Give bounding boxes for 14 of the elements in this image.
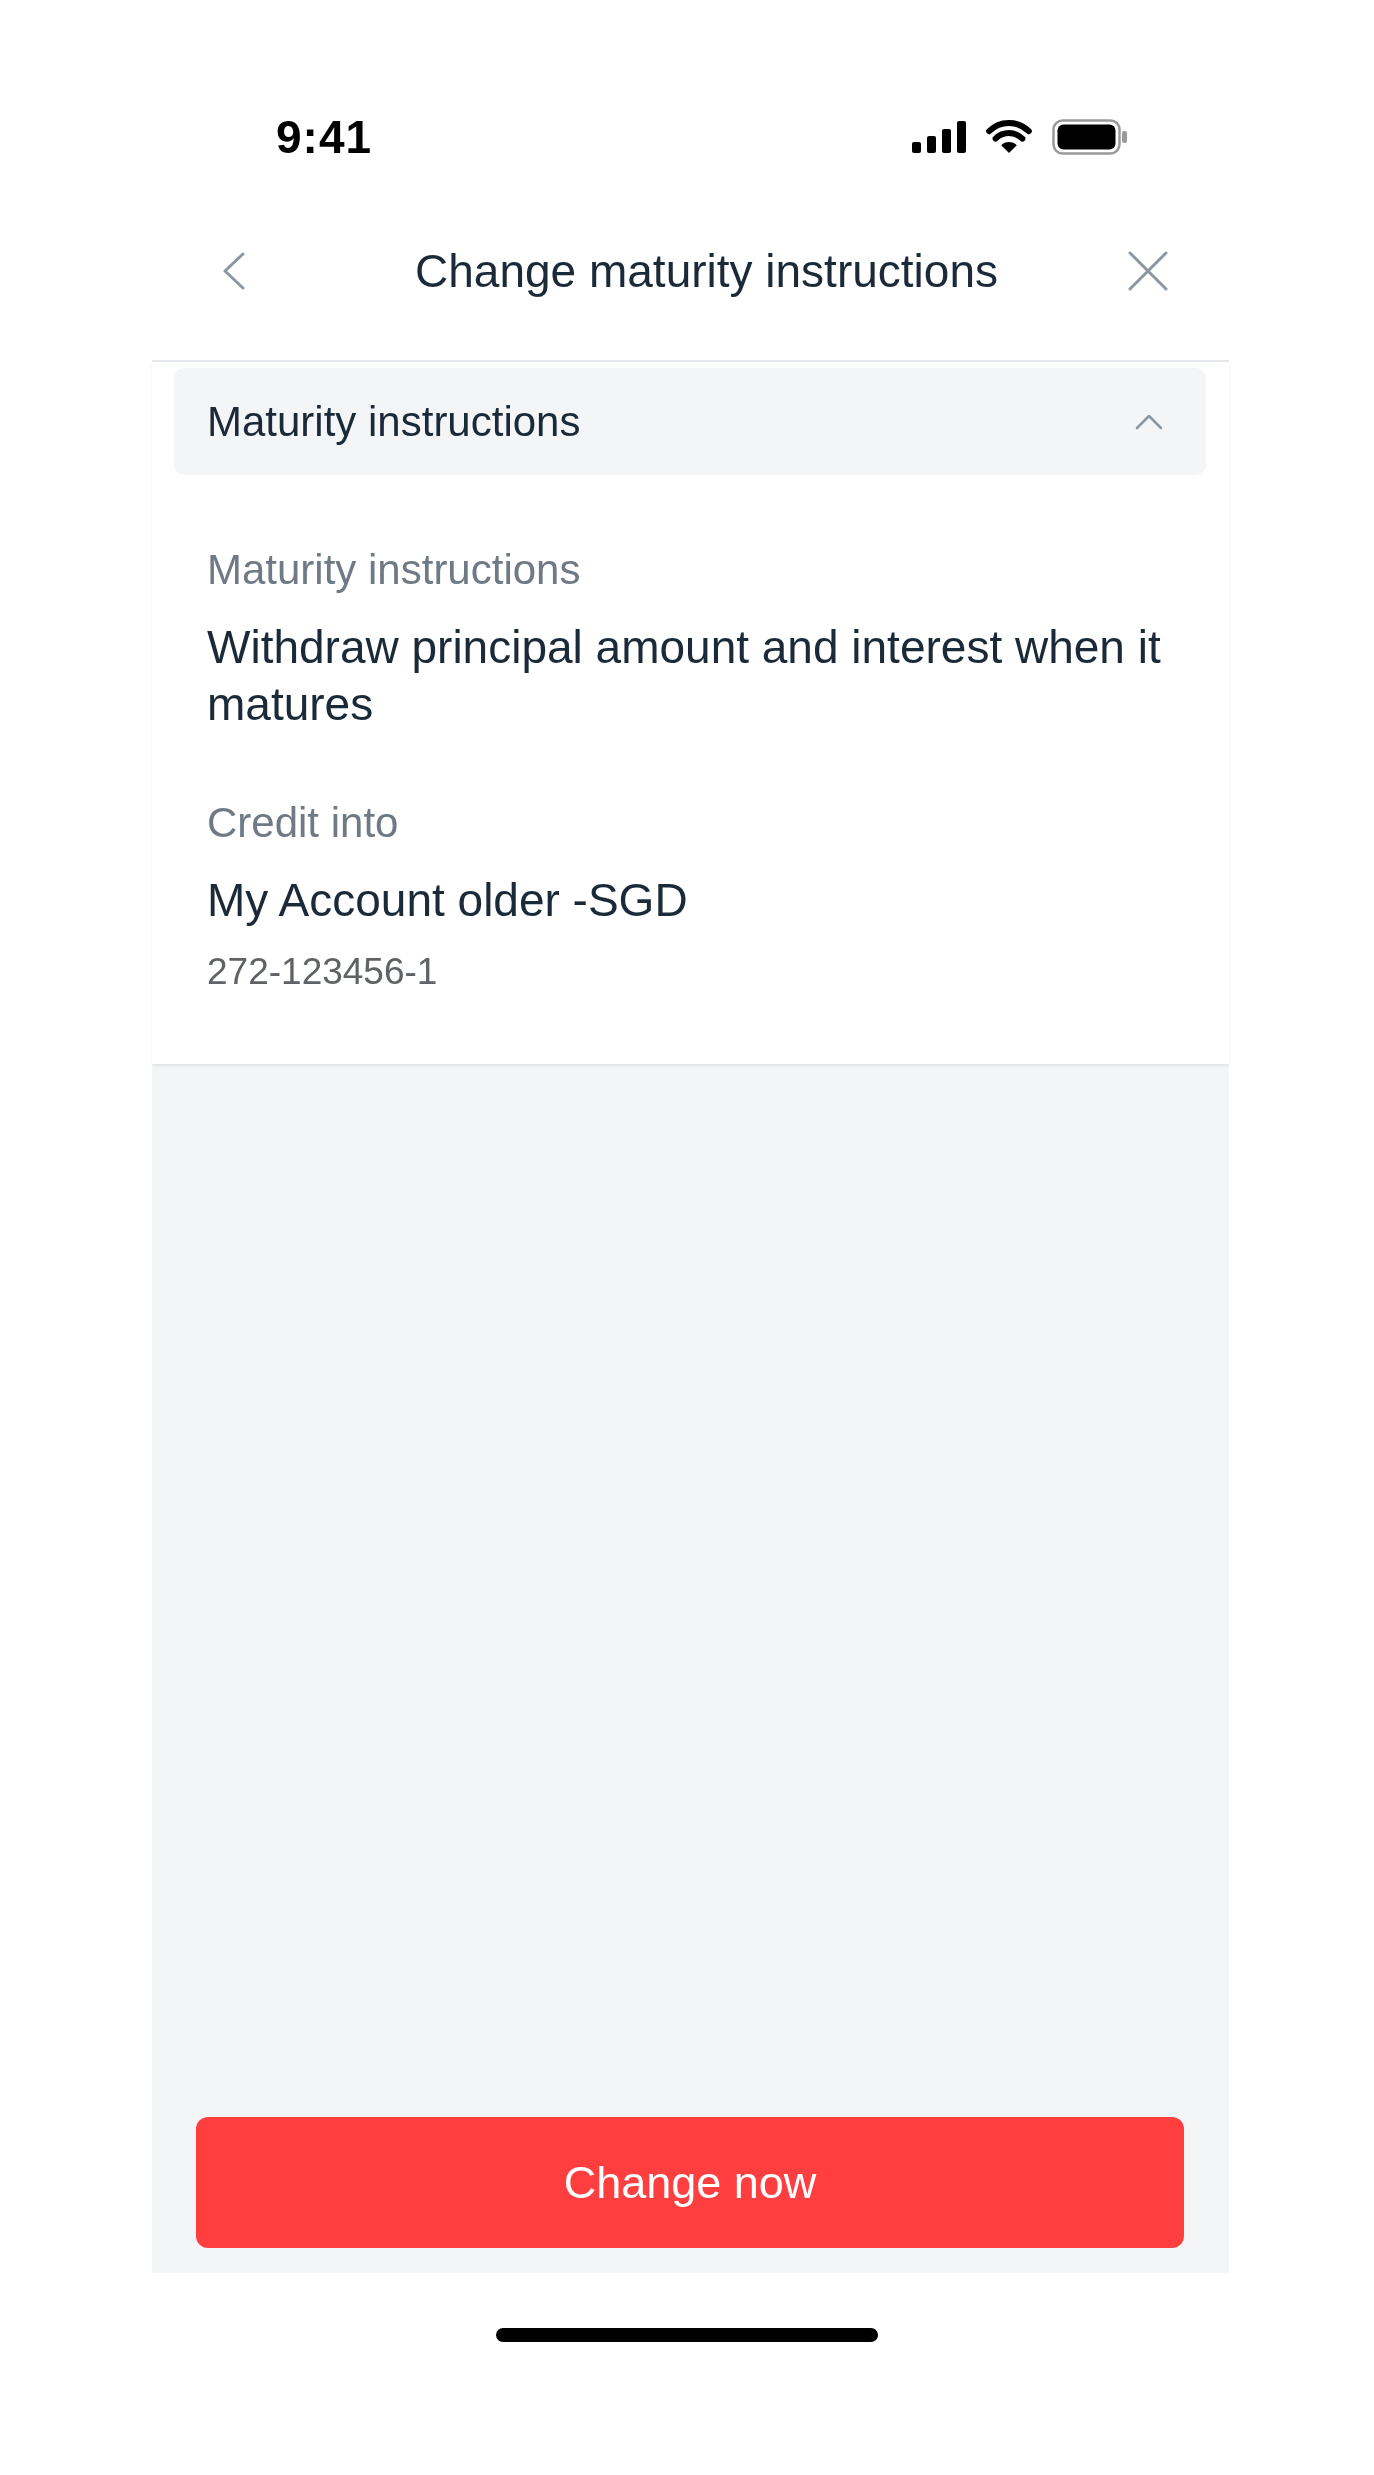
wifi-icon bbox=[985, 120, 1033, 154]
section-header[interactable]: Maturity instructions bbox=[174, 368, 1206, 475]
page-title: Change maturity instructions bbox=[414, 244, 998, 299]
status-time: 9:41 bbox=[276, 114, 373, 160]
field-label: Credit into bbox=[207, 798, 400, 848]
signal-icon bbox=[912, 121, 966, 153]
battery-icon bbox=[1052, 119, 1128, 155]
chevron-up-icon bbox=[1135, 413, 1163, 430]
account-number: 272-123456-1 bbox=[207, 950, 439, 994]
back-icon[interactable] bbox=[223, 252, 245, 290]
field-value: My Account older -SGD bbox=[207, 873, 689, 928]
close-icon[interactable] bbox=[1128, 251, 1168, 291]
field-label: Maturity instructions bbox=[207, 545, 582, 595]
field-value: Withdraw principal amount and interest when it matures bbox=[207, 620, 1162, 732]
